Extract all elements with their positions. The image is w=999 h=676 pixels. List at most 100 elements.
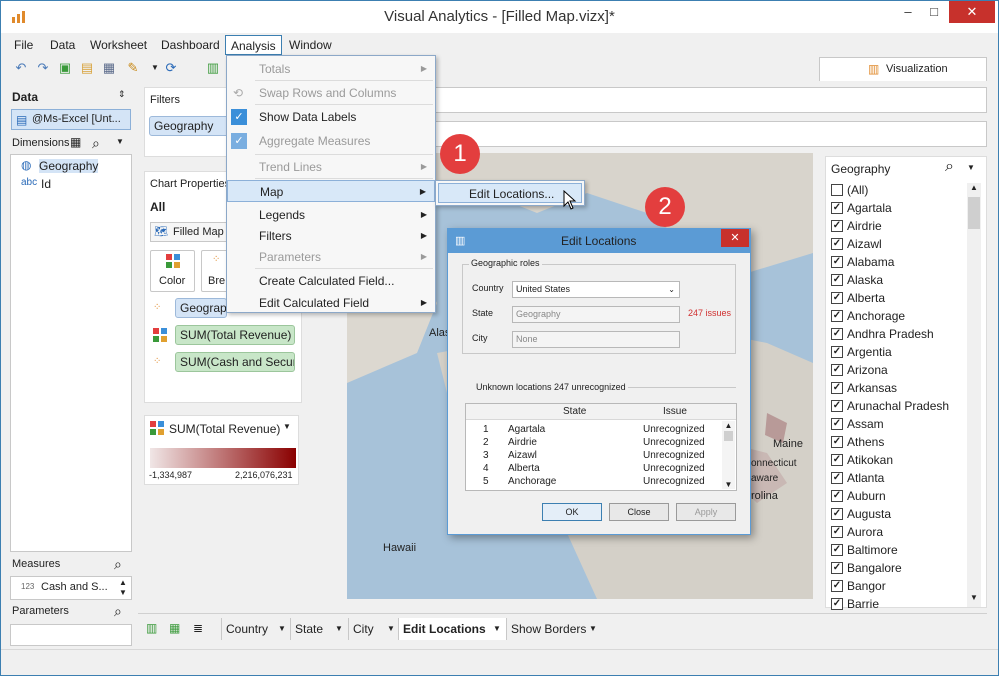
close-button[interactable]: ✕ — [949, 1, 995, 23]
geography-item[interactable]: ✓ Bangor — [831, 577, 981, 595]
checkbox[interactable]: ✓ — [831, 454, 843, 466]
tab-state[interactable]: State ▼ — [290, 618, 348, 640]
checkbox[interactable]: ✓ — [831, 292, 843, 304]
geography-item[interactable]: ✓ Alaska — [831, 271, 981, 289]
pill-total-revenue[interactable]: SUM(Total Revenue) — [175, 325, 295, 345]
tab-show-borders[interactable]: Show Borders ▼ — [506, 618, 602, 640]
geography-item[interactable]: ✓ Auburn — [831, 487, 981, 505]
sort-icon[interactable]: ⇕ — [118, 89, 126, 100]
tab-edit-locations[interactable]: Edit Locations ▼ — [398, 618, 506, 640]
color-button[interactable]: Color — [150, 250, 195, 292]
scroll-arrows-icon[interactable]: ▲ ▼ — [119, 578, 127, 598]
scroll-thumb[interactable] — [968, 197, 980, 229]
ok-button[interactable]: OK — [542, 503, 602, 521]
geography-item[interactable]: ✓ Bangalore — [831, 559, 981, 577]
menu-item-edit-calculated-field[interactable]: Edit Calculated Field ▶ — [227, 292, 435, 314]
apply-button[interactable]: Apply — [676, 503, 736, 521]
checkbox[interactable]: ✓ — [831, 220, 843, 232]
checkbox[interactable]: ✓ — [831, 598, 843, 610]
checkbox[interactable]: ✓ — [831, 526, 843, 538]
search-icon[interactable]: ⌕ — [114, 603, 122, 620]
checkbox[interactable]: ✓ — [831, 436, 843, 448]
legend-dropdown-icon[interactable]: ▼ — [283, 422, 291, 431]
pill-cash-securities[interactable]: SUM(Cash and Secur... — [175, 352, 295, 372]
search-icon[interactable]: ⌕ — [945, 158, 954, 176]
geography-item[interactable]: ✓ Agartala — [831, 199, 981, 217]
dropdown-icon[interactable]: ▼ — [967, 163, 975, 172]
checkbox[interactable]: ✓ — [831, 328, 843, 340]
geography-item[interactable]: ✓ Argentia — [831, 343, 981, 361]
geography-item[interactable]: ✓ Alabama — [831, 253, 981, 271]
geography-item[interactable]: ✓ Athens — [831, 433, 981, 451]
col-issue-header[interactable]: Issue — [663, 406, 687, 417]
maximize-button[interactable]: □ — [919, 1, 949, 23]
new-dashboard-icon[interactable]: ▦ — [169, 621, 180, 635]
new-sheet-icon[interactable]: ▥ — [146, 621, 157, 635]
search-icon[interactable]: ⌕ — [114, 556, 122, 573]
dropdown-icon[interactable]: ▼ — [116, 137, 124, 146]
table-scrollbar[interactable]: ▲ ▼ — [722, 421, 735, 489]
checkbox[interactable]: ✓ — [831, 418, 843, 430]
geography-item[interactable]: ✓ Airdrie — [831, 217, 981, 235]
checkbox[interactable]: ✓ — [831, 256, 843, 268]
geography-item[interactable]: ✓ Atikokan — [831, 451, 981, 469]
table-row[interactable]: 1 Agartala Unrecognized — [468, 423, 716, 436]
checkbox[interactable]: ✓ — [831, 364, 843, 376]
new-icon[interactable]: ▣ — [57, 59, 73, 77]
undo-icon[interactable]: ↶ — [13, 59, 29, 77]
chart-add-icon[interactable]: ▥ — [205, 59, 221, 77]
menu-item-legends[interactable]: Legends ▶ — [227, 204, 435, 226]
checkbox[interactable]: ✓ — [831, 274, 843, 286]
geography-item[interactable]: ✓ Andhra Pradesh — [831, 325, 981, 343]
checkbox[interactable]: ✓ — [831, 490, 843, 502]
table-row[interactable]: 5 Anchorage Unrecognized — [468, 475, 716, 488]
geography-item[interactable]: ✓ Arizona — [831, 361, 981, 379]
state-field[interactable]: Geography — [512, 306, 680, 323]
tab-city[interactable]: City ▼ — [348, 618, 398, 640]
visualization-tab[interactable]: ▥ Visualization — [819, 57, 987, 81]
table-row[interactable]: 3 Aizawl Unrecognized — [468, 449, 716, 462]
checkbox[interactable]: ✓ — [831, 400, 843, 412]
checkbox[interactable]: ✓ — [831, 472, 843, 484]
dropdown-arrow-icon[interactable]: ▼ — [147, 59, 163, 77]
checkbox[interactable]: ✓ — [831, 562, 843, 574]
checkbox[interactable] — [831, 184, 843, 196]
redo-icon[interactable]: ↷ — [35, 59, 51, 77]
geography-item[interactable]: ✓ Alberta — [831, 289, 981, 307]
dialog-close-button[interactable]: ✕ — [721, 229, 749, 247]
checkbox[interactable]: ✓ — [831, 202, 843, 214]
wand-icon[interactable]: ✎ — [125, 59, 141, 77]
menu-worksheet[interactable]: Worksheet — [85, 35, 152, 55]
table-row[interactable]: 4 Alberta Unrecognized — [468, 462, 716, 475]
menu-item-map[interactable]: Map ▶ — [227, 180, 435, 202]
checkbox[interactable]: ✓ — [831, 508, 843, 520]
menu-window[interactable]: Window — [284, 35, 337, 55]
menu-item-filters[interactable]: Filters ▶ — [227, 225, 435, 247]
checkbox[interactable]: ✓ — [831, 580, 843, 592]
menu-analysis[interactable]: Analysis — [225, 35, 282, 55]
issues-link[interactable]: 247 issues — [688, 308, 731, 318]
menu-data[interactable]: Data — [45, 35, 80, 55]
scroll-up-icon[interactable]: ▲ — [970, 183, 978, 192]
geography-item[interactable]: ✓ Augusta — [831, 505, 981, 523]
menu-item-create-calculated-field[interactable]: Create Calculated Field... — [227, 270, 435, 292]
menu-file[interactable]: File — [9, 35, 38, 55]
checkbox[interactable]: ✓ — [831, 238, 843, 250]
save-icon[interactable]: ▦ — [101, 59, 117, 77]
table-row[interactable]: 2 Airdrie Unrecognized — [468, 436, 716, 449]
geography-scrollbar[interactable]: ▲ ▼ — [967, 183, 981, 607]
table-icon[interactable]: ▦ — [70, 135, 81, 149]
close-dialog-button[interactable]: Close — [609, 503, 669, 521]
search-icon[interactable]: ⌕ — [92, 135, 100, 152]
pill-geography[interactable]: Geograph — [175, 298, 227, 318]
geography-item[interactable]: ✓ Anchorage — [831, 307, 981, 325]
geography-item[interactable]: ✓ Barrie — [831, 595, 981, 613]
geography-item[interactable]: (All) — [831, 181, 981, 199]
tab-country[interactable]: Country ▼ — [221, 618, 291, 640]
geography-item[interactable]: ✓ Aurora — [831, 523, 981, 541]
menu-dashboard[interactable]: Dashboard — [156, 35, 225, 55]
col-state-header[interactable]: State — [563, 406, 586, 417]
list-icon[interactable]: ≣ — [193, 621, 203, 635]
edit-locations-menu-item[interactable]: Edit Locations... — [438, 183, 582, 203]
geography-item[interactable]: ✓ Baltimore — [831, 541, 981, 559]
